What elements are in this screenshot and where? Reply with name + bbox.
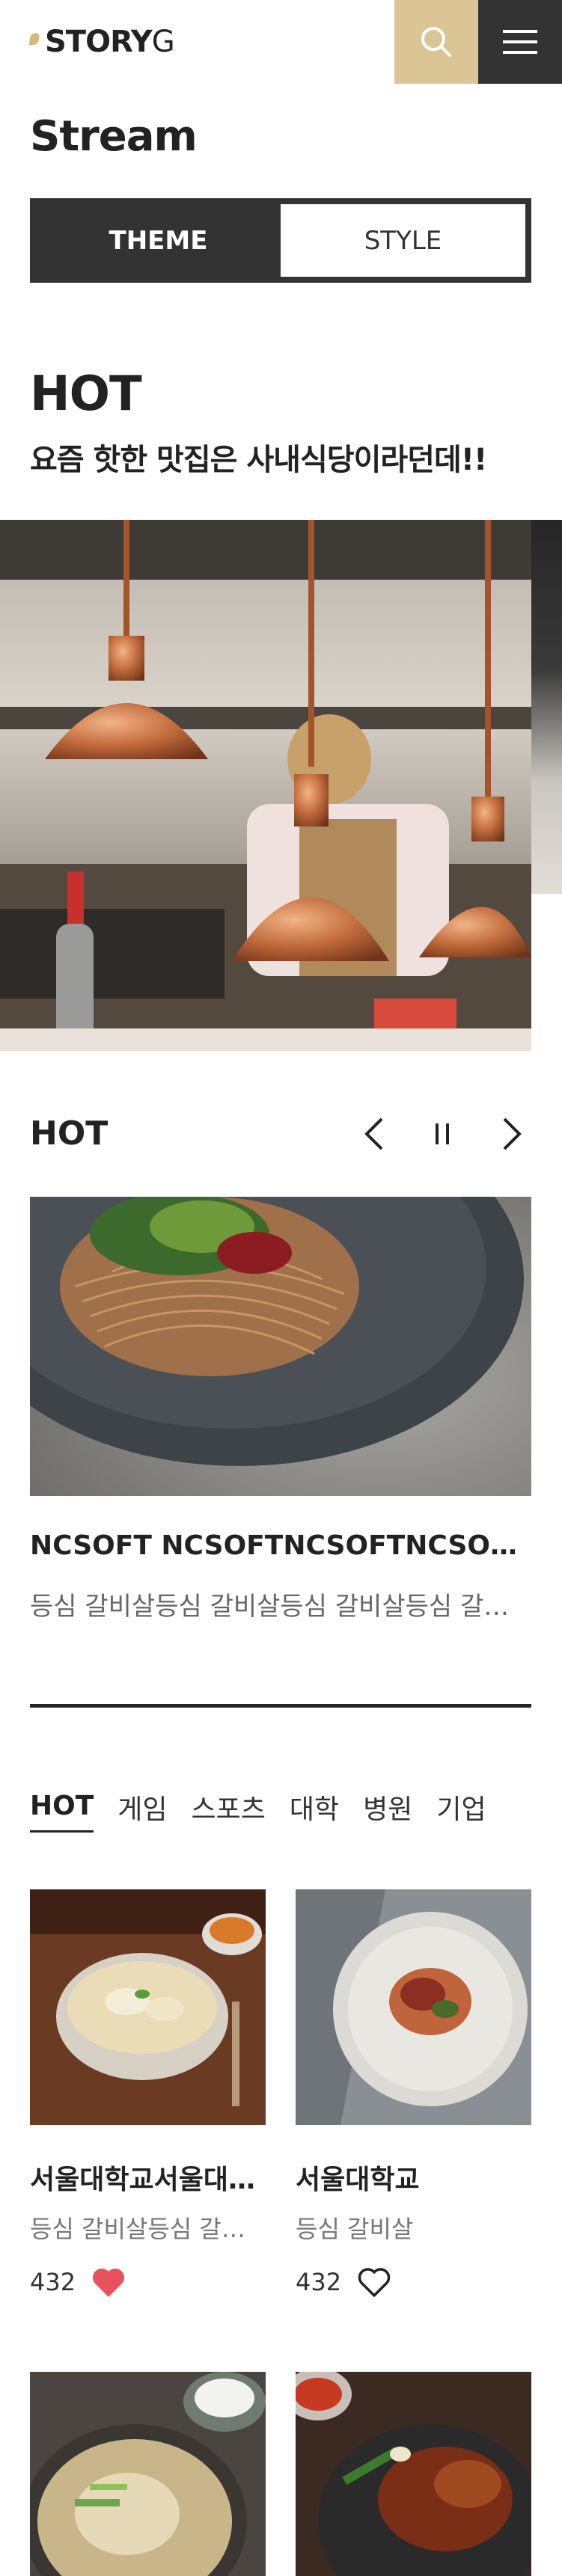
card-meta: 432: [30, 2264, 266, 2300]
section-divider: [30, 1704, 531, 1708]
tab-hot[interactable]: HOT: [30, 1788, 94, 1833]
next-slide-peek[interactable]: [531, 520, 562, 894]
search-icon: [421, 27, 451, 57]
logo-text-light: G: [151, 25, 175, 59]
card-image[interactable]: [296, 2372, 531, 2576]
slide-image[interactable]: [30, 1197, 531, 1496]
heart-outline-icon: [358, 2268, 391, 2297]
logo-text-bold: STORY: [45, 25, 153, 59]
noodle-photo: [30, 1197, 531, 1496]
card-image[interactable]: [30, 1889, 266, 2125]
pause-button[interactable]: [422, 1113, 464, 1155]
braised-meat-photo: [296, 2372, 531, 2576]
card-title[interactable]: 서울대학교: [296, 2158, 531, 2197]
hot-section-subtitle: 요즘 핫한 맛집은 사내식당이라던데!!: [30, 443, 487, 477]
next-button[interactable]: [491, 1113, 533, 1155]
slider-title: HOT: [30, 1114, 109, 1153]
toggle-theme[interactable]: THEME: [36, 204, 281, 277]
content-card[interactable]: [30, 2372, 266, 2576]
search-button[interactable]: [394, 0, 478, 84]
card-desc: 등심 갈비살: [296, 2215, 414, 2243]
heart-filled-icon: [93, 2268, 125, 2297]
theme-style-toggle: THEME STYLE: [30, 198, 531, 283]
hot-section-title: HOT: [30, 367, 142, 422]
like-count: 432: [30, 2268, 76, 2296]
like-button[interactable]: [91, 2264, 129, 2300]
hamburger-menu-icon: [503, 30, 537, 54]
site-header: STORYG: [0, 0, 562, 84]
content-card[interactable]: [296, 2372, 531, 2576]
chicken-soup-photo: [30, 2372, 266, 2576]
tab-sports[interactable]: 스포츠: [192, 1788, 266, 1833]
tab-game[interactable]: 게임: [117, 1788, 167, 1833]
content-card[interactable]: 서울대학교서울대학교서울대학교 등심 갈비살등심 갈비살등심 432: [30, 1889, 266, 2300]
card-image[interactable]: [30, 2372, 266, 2576]
logo[interactable]: STORYG: [28, 25, 175, 59]
like-button[interactable]: [356, 2264, 395, 2300]
tab-university[interactable]: 대학: [290, 1788, 339, 1833]
logo-mark: [28, 33, 40, 45]
hero-image[interactable]: [0, 520, 531, 1051]
slide-item-desc: 등심 갈비살등심 갈비살등심 갈비살등심 갈비살등심: [30, 1592, 531, 1622]
pasta-photo: [296, 1889, 531, 2125]
card-title[interactable]: 서울대학교서울대학교서울대학교: [30, 2158, 266, 2197]
chevron-left-icon: [364, 1117, 383, 1150]
card-desc: 등심 갈비살등심 갈비살등심: [30, 2215, 266, 2243]
slide-item-title[interactable]: NCSOFT NCSOFTNCSOFTNCSOFTNCSOFT: [30, 1530, 531, 1561]
menu-button[interactable]: [478, 0, 562, 84]
category-tabs: HOT 게임 스포츠 대학 병원 기업: [30, 1788, 510, 1833]
kitchen-photo: [0, 520, 531, 1051]
toggle-style[interactable]: STYLE: [281, 204, 525, 277]
page-title: Stream: [30, 112, 198, 161]
pause-icon: [436, 1123, 449, 1144]
card-image[interactable]: [296, 1889, 531, 2125]
card-meta: 432: [296, 2264, 531, 2300]
content-card[interactable]: 서울대학교 등심 갈비살 432: [296, 1889, 531, 2300]
chevron-right-icon: [503, 1117, 522, 1150]
tab-company[interactable]: 기업: [436, 1788, 486, 1833]
like-count: 432: [296, 2268, 342, 2296]
prev-button[interactable]: [353, 1113, 395, 1155]
tab-hospital[interactable]: 병원: [363, 1788, 412, 1833]
soup-photo: [30, 1889, 266, 2125]
